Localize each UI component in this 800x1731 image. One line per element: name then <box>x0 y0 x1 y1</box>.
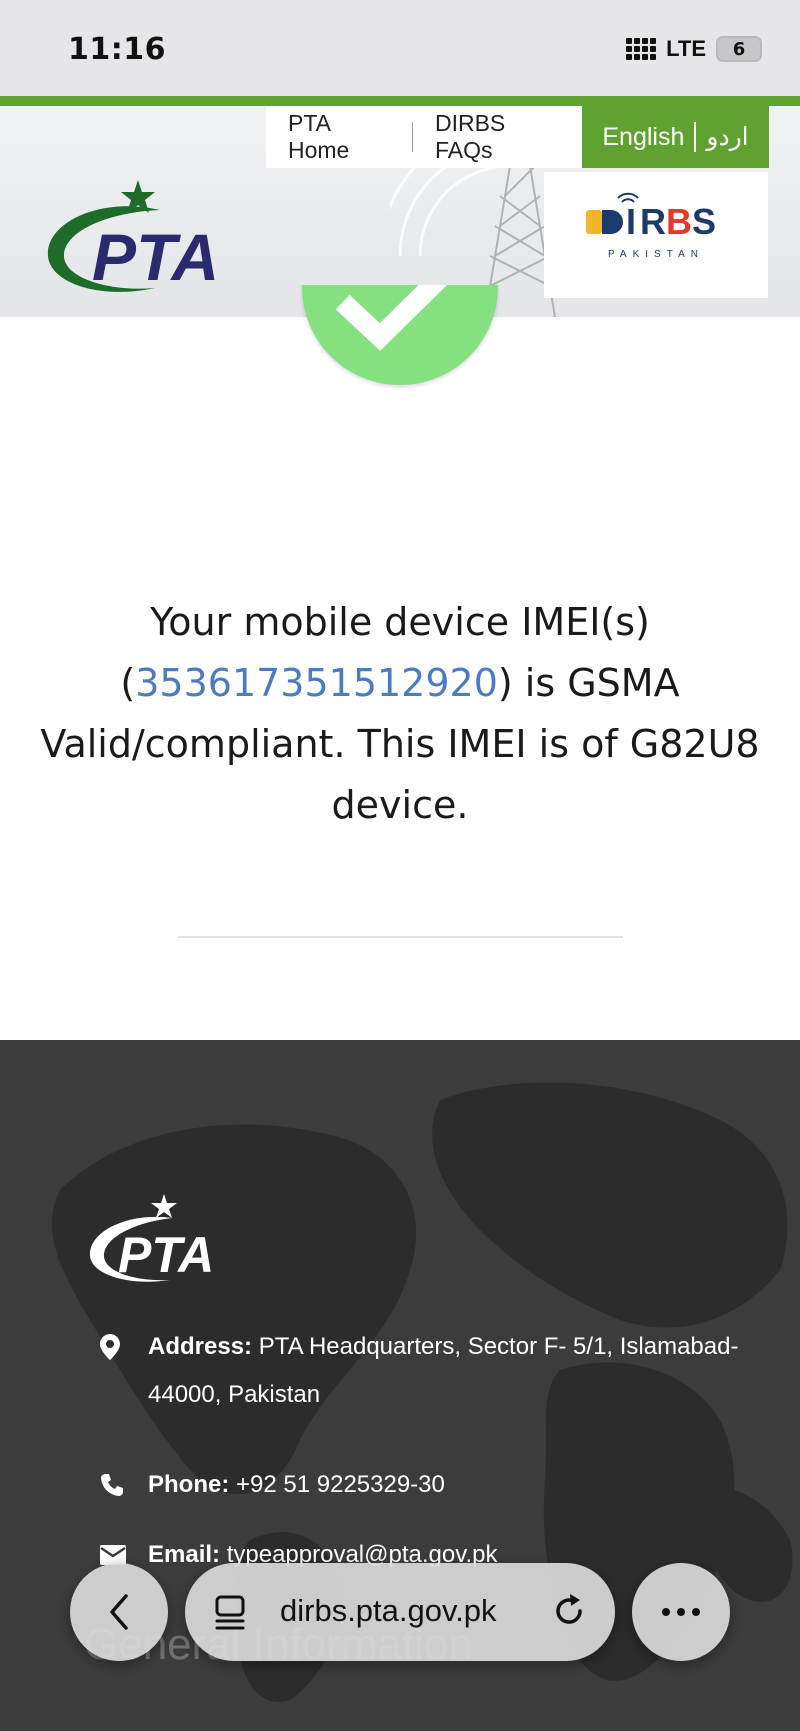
header-accent-line <box>0 96 800 106</box>
svg-text:B: B <box>666 201 692 242</box>
content-divider <box>178 936 623 938</box>
svg-text:R: R <box>640 201 666 242</box>
footer-logo-text: PTA <box>118 1227 214 1283</box>
footer-phone: Phone: +92 51 9225329-30 <box>100 1461 800 1509</box>
lang-urdu[interactable]: اردو <box>706 122 748 152</box>
footer-address: Address: PTA Headquarters, Sector F- 5/1… <box>100 1323 800 1419</box>
pta-logo[interactable]: PTA <box>40 168 240 303</box>
browser-back-button[interactable] <box>70 1563 168 1661</box>
signal-icon <box>626 38 657 60</box>
status-time: 11:16 <box>68 32 166 67</box>
imei-link[interactable]: 353617351512920 <box>135 661 498 705</box>
top-nav: PTA Home DIRBS FAQs <box>266 106 582 168</box>
result-message: Your mobile device IMEI(s) (353617351512… <box>30 592 770 836</box>
status-bar: 11:16 LTE 6 <box>0 0 800 96</box>
success-badge <box>300 285 500 475</box>
svg-text:I: I <box>626 201 636 242</box>
phone-label: Phone: <box>148 1471 230 1498</box>
check-circle <box>302 285 498 385</box>
address-label: Address: <box>148 1333 253 1360</box>
lang-english[interactable]: English <box>602 123 684 152</box>
dirbs-logo-sub: PAKISTAN <box>608 249 704 260</box>
network-type: LTE <box>666 36 706 61</box>
phone-icon <box>100 1461 148 1509</box>
location-pin-icon <box>100 1323 148 1371</box>
more-icon <box>662 1608 700 1616</box>
url-text[interactable]: dirbs.pta.gov.pk <box>280 1593 497 1629</box>
phone-value[interactable]: +92 51 9225329-30 <box>236 1471 445 1498</box>
status-indicators: LTE 6 <box>626 36 762 62</box>
battery-level: 6 <box>732 38 746 60</box>
lang-divider <box>694 122 697 152</box>
nav-pta-home[interactable]: PTA Home <box>266 110 412 164</box>
nav-dirbs-faqs[interactable]: DIRBS FAQs <box>413 110 582 164</box>
pta-logo-text: PTA <box>92 220 219 294</box>
svg-text:S: S <box>692 201 716 242</box>
browser-more-button[interactable] <box>632 1563 730 1661</box>
language-switcher: English اردو <box>582 106 769 168</box>
address-bar[interactable]: dirbs.pta.gov.pk <box>185 1563 615 1661</box>
battery-icon: 6 <box>716 36 762 62</box>
reload-icon[interactable] <box>551 1593 587 1629</box>
footer-pta-logo[interactable]: PTA <box>82 1190 242 1290</box>
check-icon <box>335 285 448 351</box>
email-label: Email: <box>148 1541 221 1568</box>
reader-icon[interactable] <box>213 1595 249 1631</box>
dirbs-logo[interactable]: I R B S PAKISTAN <box>544 172 768 298</box>
back-icon <box>110 1594 128 1630</box>
